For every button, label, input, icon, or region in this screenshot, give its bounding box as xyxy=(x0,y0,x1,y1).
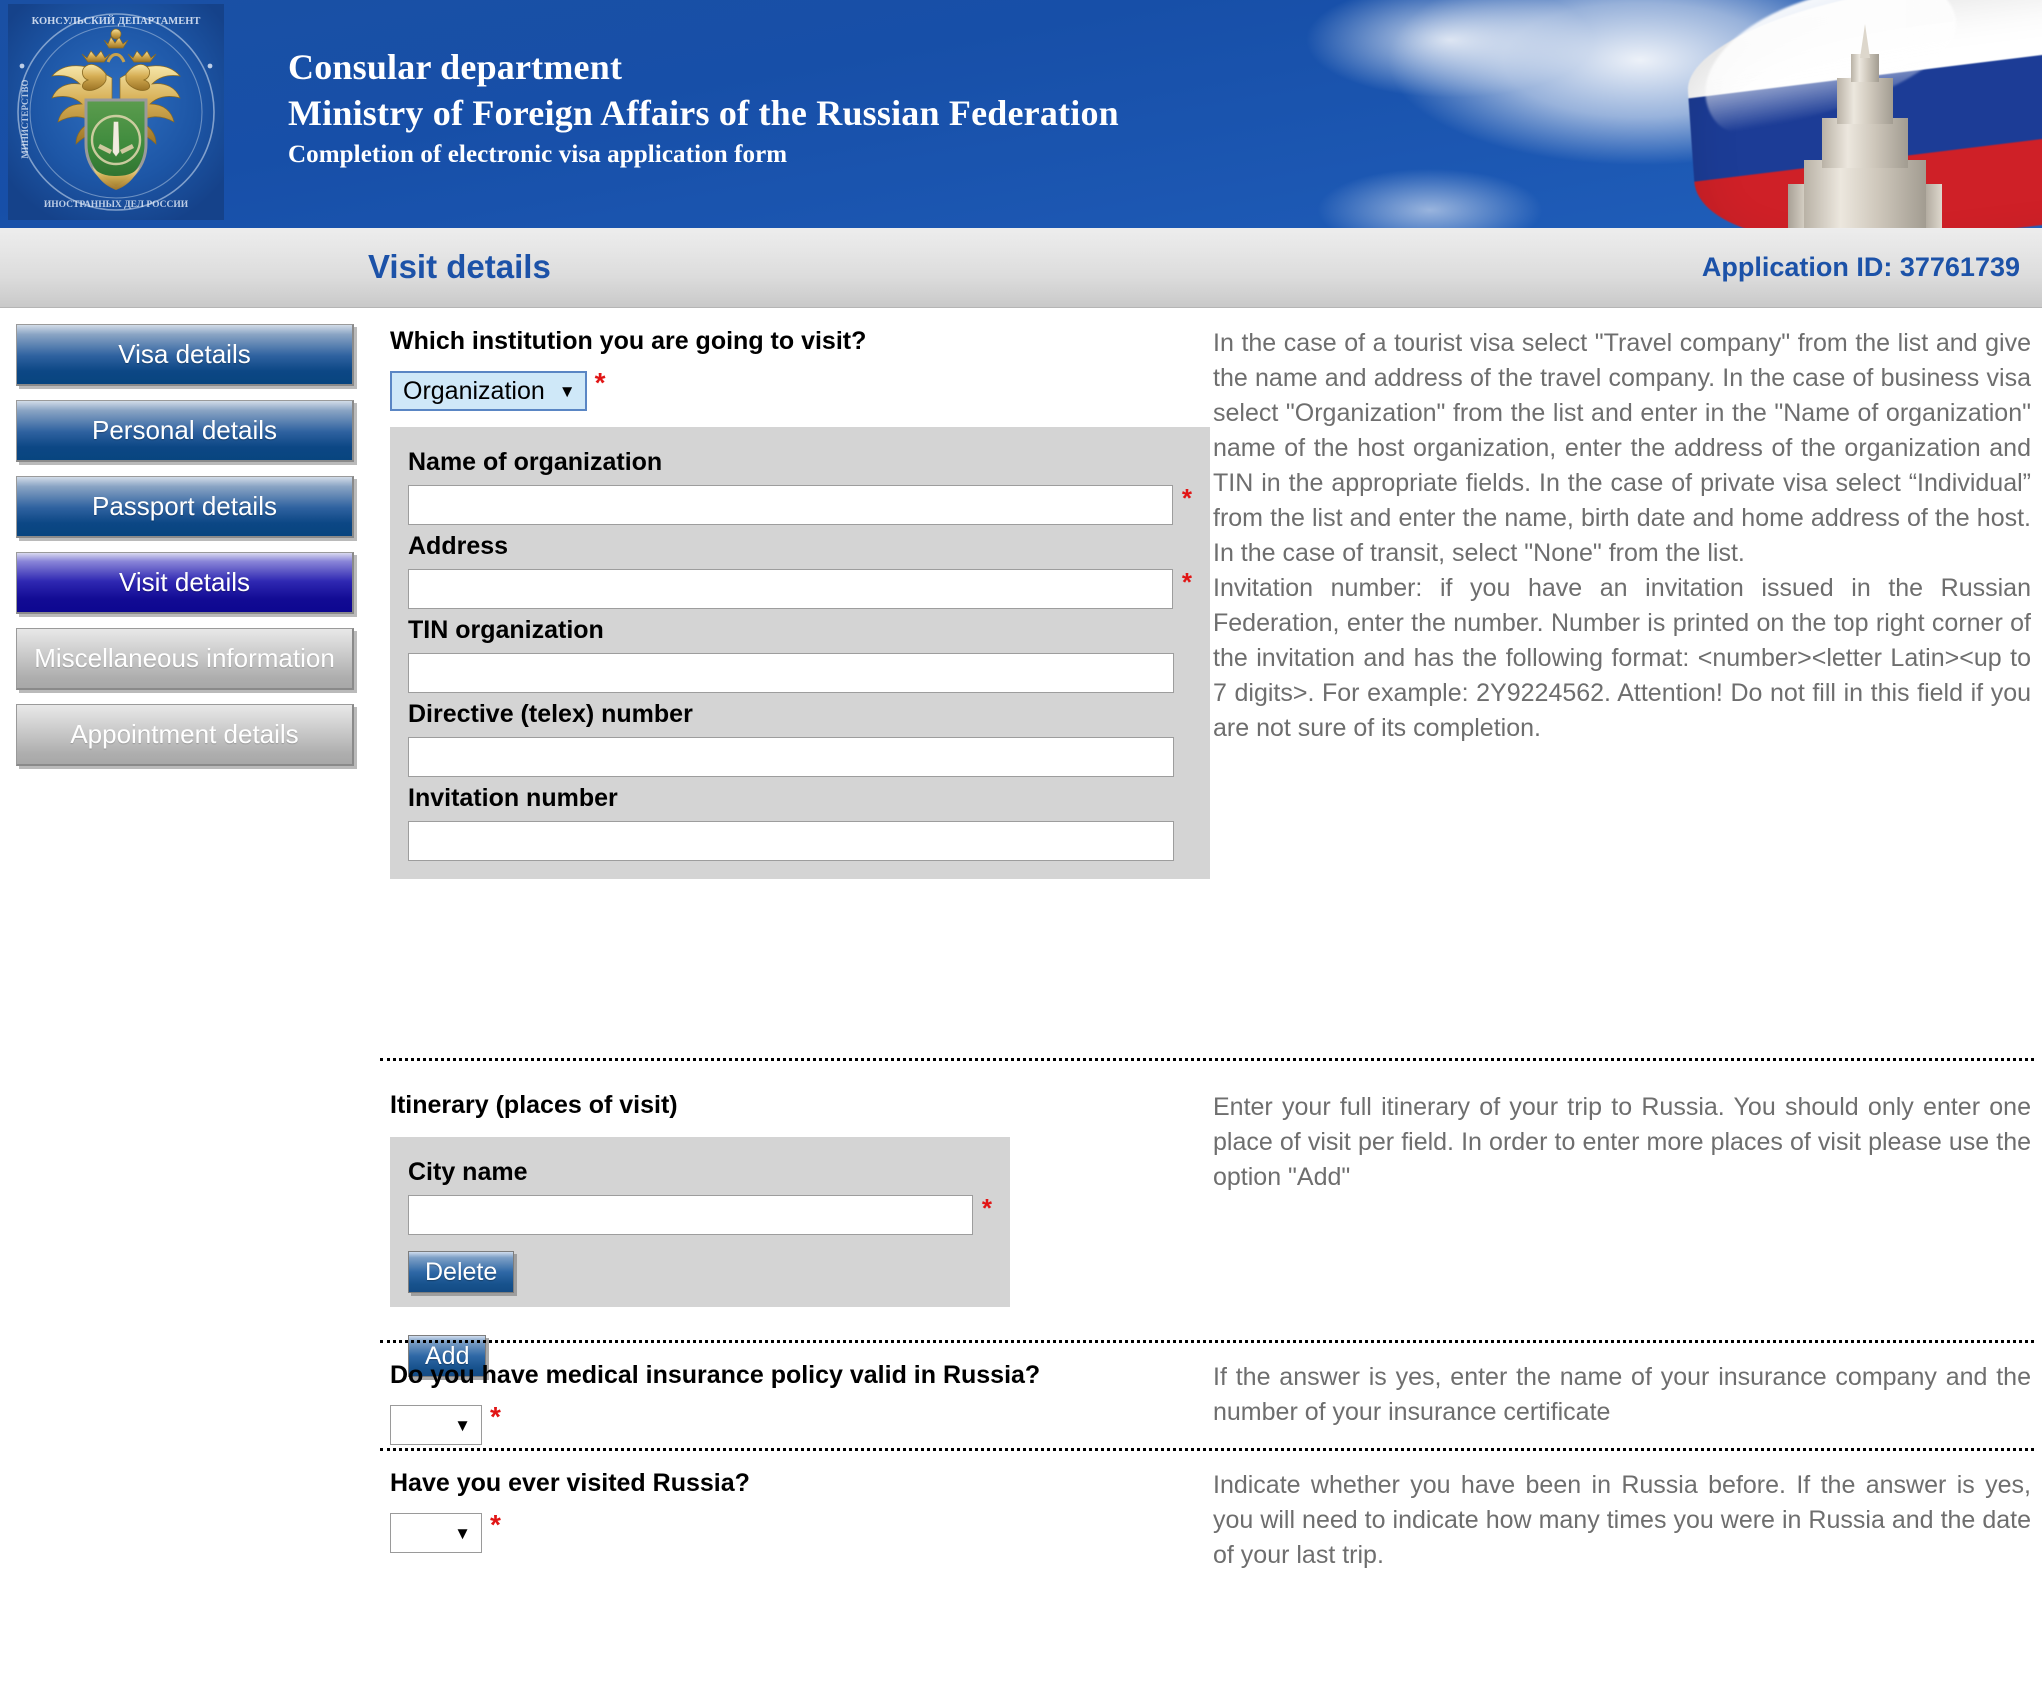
visited-help-panel: Indicate whether you have been in Russia… xyxy=(1213,1468,2031,1573)
banner-title-group: Consular department Ministry of Foreign … xyxy=(288,44,1119,175)
visited-answer-select[interactable]: ▼ xyxy=(390,1513,482,1554)
consular-department-emblem-icon: КОНСУЛЬСКИЙ ДЕПАРТАМЕНТ ИНОСТРАННЫХ ДЕЛ … xyxy=(8,4,224,220)
insurance-section-form: Do you have medical insurance policy val… xyxy=(390,1360,1210,1446)
field-label-tin-organization: TIN organization xyxy=(408,616,604,645)
sidebar-item-label: Personal details xyxy=(92,415,277,445)
sidebar-item-label: Passport details xyxy=(92,491,277,521)
svg-text:ИНОСТРАННЫХ ДЕЛ РОССИИ: ИНОСТРАННЫХ ДЕЛ РОССИИ xyxy=(44,200,189,210)
insurance-answer-select[interactable]: ▼ xyxy=(390,1405,482,1446)
chevron-down-icon: ▼ xyxy=(454,1415,471,1435)
organization-fieldset: Name of organization * Address * TIN org… xyxy=(390,427,1210,880)
address-input[interactable] xyxy=(408,569,1173,610)
field-label-city-name: City name xyxy=(408,1158,528,1187)
insurance-help-panel: If the answer is yes, enter the name of … xyxy=(1213,1360,2031,1430)
institution-select-row: Organization ▼ * xyxy=(390,367,1210,412)
sidebar-item-passport-details[interactable]: Passport details xyxy=(16,476,354,538)
field-row-directive-telex-number xyxy=(408,737,1192,778)
page-titlebar: Visit details Application ID: 37761739 xyxy=(0,228,2042,308)
sidebar-item-visa-details[interactable]: Visa details xyxy=(16,324,354,386)
banner-subtitle: Completion of electronic visa applicatio… xyxy=(288,141,788,169)
required-asterisk: * xyxy=(594,367,606,399)
required-asterisk: * xyxy=(490,1509,501,1541)
field-label-name-of-organization: Name of organization xyxy=(408,448,663,477)
name-of-organization-input[interactable] xyxy=(408,485,1173,526)
directive-telex-number-input[interactable] xyxy=(408,737,1174,778)
sidebar-item-visit-details[interactable]: Visit details xyxy=(16,552,354,614)
application-id-label: Application ID: 37761739 xyxy=(1701,252,2020,282)
visited-select-row: ▼ * xyxy=(390,1509,1210,1554)
visited-question-label: Have you ever visited Russia? xyxy=(390,1469,750,1497)
institution-type-select[interactable]: Organization ▼ xyxy=(390,371,587,412)
itinerary-help-panel: Enter your full itinerary of your trip t… xyxy=(1213,1090,2031,1195)
field-row-invitation-number xyxy=(408,821,1192,862)
itinerary-help-paragraph: Enter your full itinerary of your trip t… xyxy=(1213,1093,2031,1191)
sidebar-item-label: Visit details xyxy=(118,567,251,597)
field-label-directive-telex-number: Directive (telex) number xyxy=(408,700,693,729)
svg-text:КОНСУЛЬСКИЙ ДЕПАРТАМЕНТ: КОНСУЛЬСКИЙ ДЕПАРТАМЕНТ xyxy=(32,15,201,27)
insurance-select-row: ▼ * xyxy=(390,1401,1210,1446)
city-name-input[interactable] xyxy=(408,1195,973,1236)
insurance-question-label: Do you have medical insurance policy val… xyxy=(390,1361,1041,1389)
field-row-city-name: * xyxy=(408,1193,992,1236)
itinerary-section-form: Itinerary (places of visit) City name * … xyxy=(390,1090,1210,1378)
building-spire xyxy=(1860,24,1870,58)
required-asterisk: * xyxy=(1181,483,1192,514)
sidebar-item-label: Visa details xyxy=(118,339,251,369)
sidebar-item-label: Appointment details xyxy=(70,719,299,749)
sidebar-item-label: Miscellaneous information xyxy=(34,643,335,673)
banner-title-line2: Ministry of Foreign Affairs of the Russi… xyxy=(288,93,1119,134)
page-body: Visa details Personal details Passport d… xyxy=(0,308,2042,1696)
institution-help-paragraph-1: In the case of a tourist visa select "Tr… xyxy=(1213,329,2031,567)
insurance-help-paragraph: If the answer is yes, enter the name of … xyxy=(1213,1363,2031,1426)
site-header-banner: КОНСУЛЬСКИЙ ДЕПАРТАМЕНТ ИНОСТРАННЫХ ДЕЛ … xyxy=(0,0,2042,228)
invitation-number-input[interactable] xyxy=(408,821,1174,862)
tin-organization-input[interactable] xyxy=(408,653,1174,694)
institution-question-label: Which institution you are going to visit… xyxy=(390,327,867,355)
itinerary-city-fieldset: City name * Delete xyxy=(390,1137,1010,1308)
institution-section-form: Which institution you are going to visit… xyxy=(390,326,1210,880)
banner-title-line1: Consular department xyxy=(288,47,623,87)
institution-help-panel: In the case of a tourist visa select "Tr… xyxy=(1213,326,2031,746)
sidebar-item-miscellaneous-information[interactable]: Miscellaneous information xyxy=(16,628,354,690)
section-divider-3 xyxy=(380,1448,2034,1451)
mfa-building-silhouette xyxy=(1788,24,1942,228)
itinerary-title-label: Itinerary (places of visit) xyxy=(390,1091,678,1119)
delete-city-button[interactable]: Delete xyxy=(408,1251,515,1294)
field-row-address: * xyxy=(408,567,1192,610)
field-label-invitation-number: Invitation number xyxy=(408,784,618,813)
field-row-tin-organization xyxy=(408,653,1192,694)
required-asterisk: * xyxy=(981,1193,992,1224)
visited-section-form: Have you ever visited Russia? ▼ * xyxy=(390,1468,1210,1554)
chevron-down-icon: ▼ xyxy=(454,1523,471,1543)
visited-help-paragraph: Indicate whether you have been in Russia… xyxy=(1213,1471,2031,1569)
section-divider-1 xyxy=(380,1058,2034,1061)
sidebar-nav: Visa details Personal details Passport d… xyxy=(16,324,364,780)
field-label-address: Address xyxy=(408,532,509,561)
svg-text:МИНИСТЕРСТВО: МИНИСТЕРСТВО xyxy=(20,79,30,158)
page-title: Visit details xyxy=(368,248,551,285)
sidebar-item-appointment-details[interactable]: Appointment details xyxy=(16,704,354,766)
institution-select-value: Organization xyxy=(403,376,545,405)
section-divider-2 xyxy=(380,1340,2034,1343)
required-asterisk: * xyxy=(490,1401,501,1433)
chevron-down-icon: ▼ xyxy=(558,381,576,401)
institution-help-paragraph-2: Invitation number: if you have an invita… xyxy=(1213,574,2031,742)
required-asterisk: * xyxy=(1181,567,1192,598)
sidebar-item-personal-details[interactable]: Personal details xyxy=(16,400,354,462)
field-row-name-of-organization: * xyxy=(408,483,1192,526)
